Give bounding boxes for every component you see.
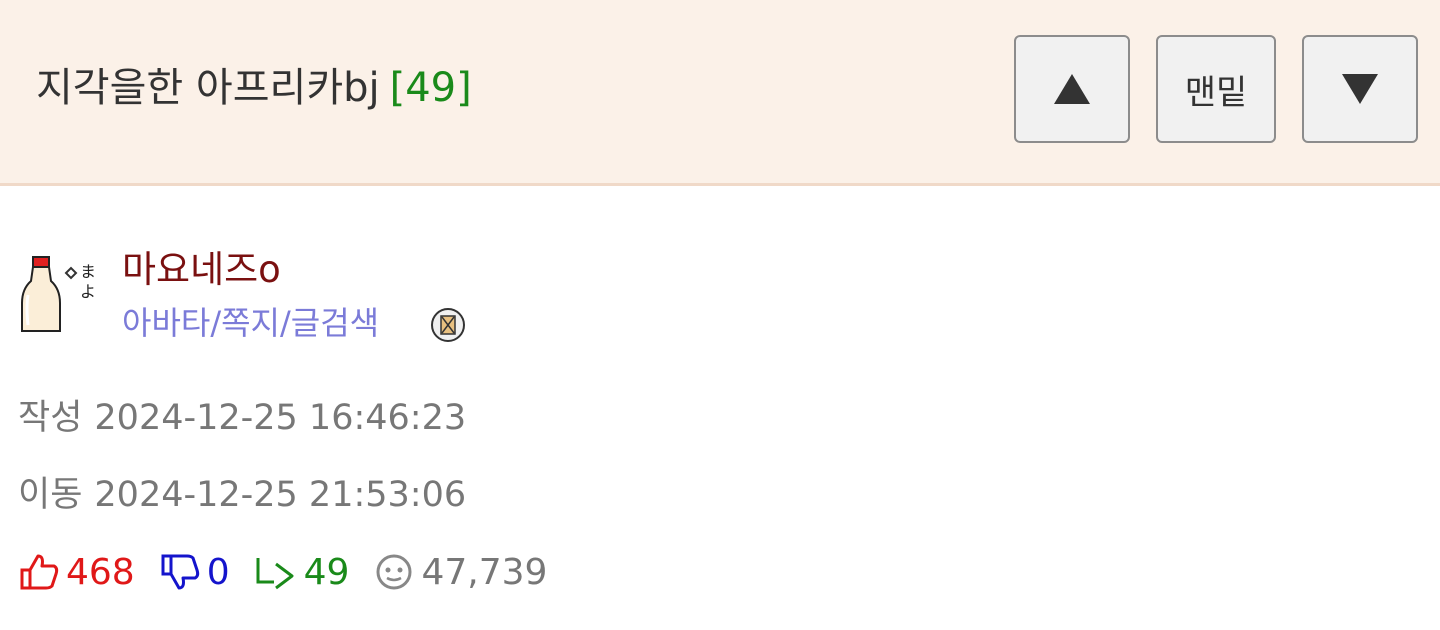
dislike-count: 0 [206,551,230,593]
scroll-up-button[interactable] [1014,35,1130,143]
post-title-text: 지각을한 아프리카bj [36,65,380,111]
like-stat[interactable]: 468 [18,552,135,593]
view-count: 47,739 [421,551,548,593]
thumbs-down-icon [161,554,199,590]
written-time: 작성 2024-12-25 16:46:23 [18,395,466,441]
moved-time-value: 2024-12-25 21:53:06 [94,475,467,515]
scroll-bottom-label: 맨밑 [1184,72,1248,113]
reply-count: 49 [303,551,350,593]
author-links[interactable]: 아바타/쪽지/글검색 [122,301,379,345]
view-stat: 47,739 [373,552,547,593]
triangle-down-icon [1342,74,1378,104]
scroll-down-button[interactable] [1302,35,1418,143]
top-bar: 지각을한 아프리카bj [49] 맨밑 [0,0,1440,186]
written-time-value: 2024-12-25 16:46:23 [94,398,467,438]
scroll-bottom-button[interactable]: 맨밑 [1156,35,1276,143]
comment-count[interactable]: [49] [390,65,472,111]
like-count: 468 [66,551,135,593]
thumbs-up-icon [20,554,59,590]
moved-time: 이동 2024-12-25 21:53:06 [18,472,466,518]
svg-text:ま: ま [80,262,96,281]
post-title: 지각을한 아프리카bj [49] [36,60,472,116]
svg-text:よ: よ [80,282,96,301]
reply-stat[interactable]: 49 [254,551,350,593]
moved-label: 이동 [18,475,83,515]
triangle-up-icon [1054,74,1090,104]
reply-arrow-icon [256,558,294,590]
eye-face-icon [376,554,412,590]
post-stats: 468 0 49 47,739 [18,547,571,597]
dislike-stat[interactable]: 0 [159,552,230,593]
mayonnaise-bottle-icon[interactable]: ま よ [18,255,102,335]
written-label: 작성 [18,398,83,438]
author-nickname[interactable]: 마요네즈o [122,245,281,295]
memo-icon[interactable] [430,307,466,343]
